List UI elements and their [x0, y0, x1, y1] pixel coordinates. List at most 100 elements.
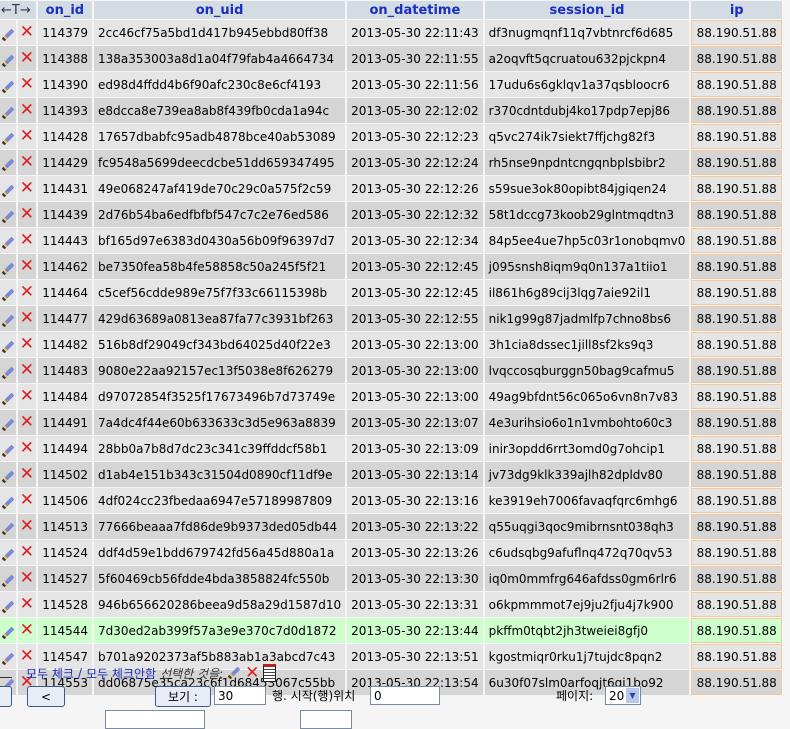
col-on-uid[interactable]: on_uid [94, 1, 346, 19]
edit-button[interactable] [0, 540, 16, 565]
pencil-icon [1, 132, 15, 145]
table-row[interactable]: ✕ 114527 5f60469cb56fdde4bda3858824fc550b 2… [0, 566, 782, 591]
delete-button[interactable]: ✕ [17, 280, 36, 305]
delete-button[interactable]: ✕ [17, 488, 36, 513]
table-row[interactable]: ✕ 114494 28bb0a7b8d7dc23c341c39ffddcf58b1 2… [0, 436, 782, 461]
edit-button[interactable] [0, 436, 16, 461]
edit-button[interactable] [0, 150, 16, 175]
table-row[interactable]: ✕ 114431 49e068247af419de70c29c0a575f2c59 2… [0, 176, 782, 201]
table-row[interactable]: ✕ 114462 be7350fea58b4fe58858c50a245f5f21 2… [0, 254, 782, 279]
delete-button[interactable]: ✕ [17, 124, 36, 149]
repeat-input[interactable] [300, 710, 352, 729]
table-row[interactable]: ✕ 114443 bf165d97e6383d0430a56b09f96397d7 2… [0, 228, 782, 253]
table-row[interactable]: ✕ 114393 e8dcca8e739ea8ab8f439fb0cda1a94c 2… [0, 98, 782, 123]
cell-ip: 88.190.51.88 [691, 358, 782, 383]
cell-on-datetime: 2013-05-30 22:12:55 [347, 306, 483, 331]
edit-button[interactable] [0, 98, 16, 123]
delete-button[interactable]: ✕ [17, 150, 36, 175]
delete-button[interactable]: ✕ [17, 306, 36, 331]
edit-button[interactable] [0, 254, 16, 279]
start-input[interactable]: 0 [370, 686, 440, 705]
edit-button[interactable] [0, 46, 16, 71]
edit-button[interactable] [0, 228, 16, 253]
edit-button[interactable] [0, 176, 16, 201]
delete-button[interactable]: ✕ [17, 618, 36, 643]
table-row[interactable]: ✕ 114390 ed98d4ffdd4b6f90afc230c8e6cf4193 2… [0, 72, 782, 97]
edit-button[interactable] [0, 124, 16, 149]
delete-icon: ✕ [19, 74, 34, 94]
delete-button[interactable]: ✕ [17, 462, 36, 487]
delete-button[interactable]: ✕ [17, 228, 36, 253]
delete-button[interactable]: ✕ [17, 202, 36, 227]
prev-page-button[interactable]: < [27, 686, 65, 707]
edit-button[interactable] [0, 384, 16, 409]
delete-button[interactable]: ✕ [17, 540, 36, 565]
edit-button[interactable] [0, 514, 16, 539]
cell-session-id: r370cdntdubj4ko17pdp7epj86 [484, 98, 690, 123]
export-selected-icon[interactable] [263, 664, 277, 682]
pencil-icon [1, 106, 15, 119]
delete-button[interactable]: ✕ [17, 46, 36, 71]
delete-button[interactable]: ✕ [17, 254, 36, 279]
delete-button[interactable]: ✕ [17, 72, 36, 97]
cell-on-uid: 138a353003a8d1a04f79fab4a4664734 [94, 46, 346, 71]
edit-button[interactable] [0, 488, 16, 513]
edit-button[interactable] [0, 280, 16, 305]
delete-button[interactable]: ✕ [17, 566, 36, 591]
edit-button[interactable] [0, 358, 16, 383]
table-row[interactable]: ✕ 114379 2cc46cf75a5bd1d417b945ebbd80ff38 2… [0, 20, 782, 45]
col-session-id[interactable]: session_id [484, 1, 690, 19]
table-row[interactable]: ✕ 114491 7a4dc4f44e60b633633c3d5e963a8839 2… [0, 410, 782, 435]
edit-button[interactable] [0, 592, 16, 617]
table-row[interactable]: ✕ 114484 d97072854f3525f17673496b7d73749e 2… [0, 384, 782, 409]
table-row[interactable]: ✕ 114544 7d30ed2ab399f57a3e9e370c7d0d1872 2… [0, 618, 782, 643]
table-row[interactable]: ✕ 114502 d1ab4e151b343c31504d0890cf11df9e 2… [0, 462, 782, 487]
table-row[interactable]: ✕ 114513 77666beaaa7fd86de9b9373ded05db44 2… [0, 514, 782, 539]
edit-button[interactable] [0, 20, 16, 45]
edit-button[interactable] [0, 618, 16, 643]
check-all-link[interactable]: 모두 체크 [26, 665, 74, 682]
edit-button[interactable] [0, 332, 16, 357]
table-row[interactable]: ✕ 114506 4df024cc23fbedaa6947e57189987809 2… [0, 488, 782, 513]
col-on-id[interactable]: on_id [37, 1, 92, 19]
table-row[interactable]: ✕ 114528 946b656620286beea9d58a29d1587d10 2… [0, 592, 782, 617]
delete-button[interactable]: ✕ [17, 410, 36, 435]
delete-button[interactable]: ✕ [17, 436, 36, 461]
table-row[interactable]: ✕ 114477 429d63689a0813ea87fa77c3931bf263 2… [0, 306, 782, 331]
page-select[interactable]: 20 ▼ [605, 686, 641, 705]
col-ip[interactable]: ip [691, 1, 782, 19]
show-button[interactable]: 보기 : [155, 686, 211, 707]
edit-button[interactable] [0, 306, 16, 331]
edit-button[interactable] [0, 410, 16, 435]
delete-button[interactable]: ✕ [17, 384, 36, 409]
table-row[interactable]: ✕ 114428 17657dbabfc95adb4878bce40ab53089 2… [0, 124, 782, 149]
edit-button[interactable] [0, 72, 16, 97]
delete-selected-icon[interactable]: ✕ [245, 664, 259, 682]
table-row[interactable]: ✕ 114483 9080e22aa92157ec13f5038e8f626279 2… [0, 358, 782, 383]
delete-button[interactable]: ✕ [17, 176, 36, 201]
column-arrows[interactable]: ←T→ [0, 1, 36, 19]
table-row[interactable]: ✕ 114388 138a353003a8d1a04f79fab4a4664734 2… [0, 46, 782, 71]
delete-button[interactable]: ✕ [17, 20, 36, 45]
cell-session-id: rh5nse9npdntcngqnbplsbibr2 [484, 150, 690, 175]
edit-button[interactable] [0, 462, 16, 487]
cell-on-uid: 77666beaaa7fd86de9b9373ded05db44 [94, 514, 346, 539]
table-row[interactable]: ✕ 114524 ddf4d59e1bdd679742fd56a45d880a1a 2… [0, 540, 782, 565]
rows-input[interactable]: 30 [214, 686, 266, 705]
table-row[interactable]: ✕ 114439 2d76b54ba6edfbfbf547c7c2e76ed586 2… [0, 202, 782, 227]
table-row[interactable]: ✕ 114464 c5cef56cdde989e75f7f33c66115398b 2… [0, 280, 782, 305]
delete-button[interactable]: ✕ [17, 514, 36, 539]
edit-button[interactable] [0, 202, 16, 227]
delete-button[interactable]: ✕ [17, 592, 36, 617]
delete-button[interactable]: ✕ [17, 332, 36, 357]
edit-button[interactable] [0, 566, 16, 591]
edit-selected-icon[interactable] [227, 666, 241, 680]
uncheck-all-link[interactable]: 모두 체크안함 [86, 665, 156, 682]
col-on-datetime[interactable]: on_datetime [347, 1, 483, 19]
first-page-button[interactable] [0, 686, 12, 707]
table-row[interactable]: ✕ 114482 516b8df29049cf343bd64025d40f22e3 2… [0, 332, 782, 357]
layout-select[interactable] [105, 710, 205, 729]
delete-button[interactable]: ✕ [17, 98, 36, 123]
delete-button[interactable]: ✕ [17, 358, 36, 383]
table-row[interactable]: ✕ 114429 fc9548a5699deecdcbe51dd659347495 2… [0, 150, 782, 175]
